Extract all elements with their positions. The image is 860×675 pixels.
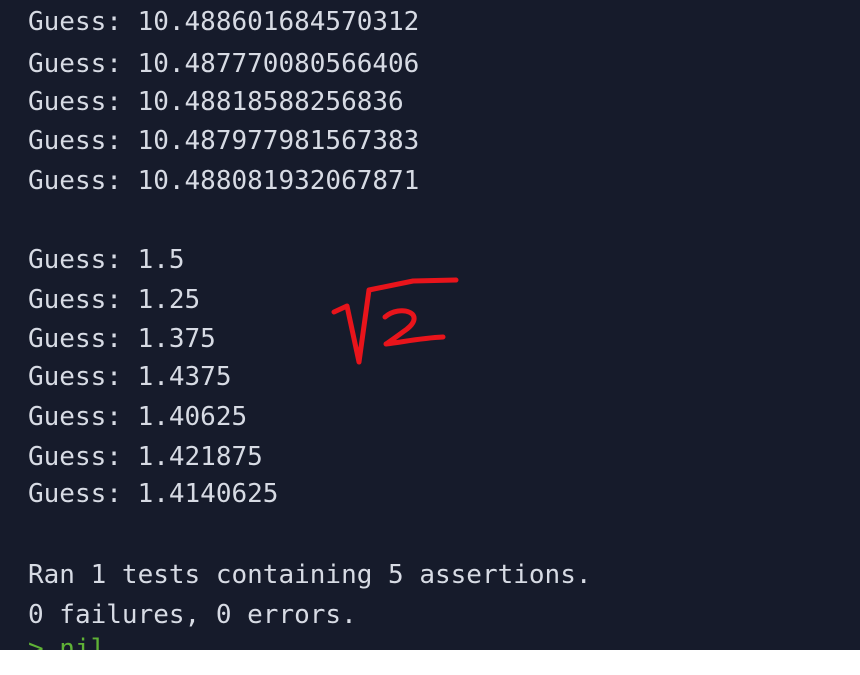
terminal-line: Ran 1 tests containing 5 assertions. [28, 560, 592, 590]
sqrt-symbol-stroke [331, 277, 459, 365]
terminal-line: Guess: 10.488601684570312 [28, 7, 420, 37]
handwritten-two-stroke [382, 308, 446, 347]
terminal-line: Guess: 1.375 [28, 324, 216, 354]
footer-background [0, 650, 860, 675]
terminal-line: Guess: 1.421875 [28, 442, 263, 472]
terminal-line: 0 failures, 0 errors. [28, 600, 357, 630]
terminal-line: Guess: 10.487977981567383 [28, 126, 420, 156]
handwritten-sqrt-2-drawing [331, 277, 459, 365]
terminal-line: Guess: 1.40625 [28, 402, 248, 432]
terminal-line: Guess: 1.5 [28, 245, 185, 275]
terminal-line: Guess: 1.4375 [28, 362, 232, 392]
terminal-prompt-line: > nil [28, 634, 107, 650]
terminal-line: Guess: 1.25 [28, 285, 201, 315]
terminal-line: Guess: 10.488081932067871 [28, 166, 420, 196]
terminal-line: Guess: 10.487770080566406 [28, 49, 420, 79]
terminal-line: Guess: 1.4140625 [28, 479, 279, 509]
terminal-output-panel: Guess: 10.488601684570312 Guess: 10.4877… [0, 0, 860, 650]
terminal-line: Guess: 10.48818588256836 [28, 87, 404, 117]
